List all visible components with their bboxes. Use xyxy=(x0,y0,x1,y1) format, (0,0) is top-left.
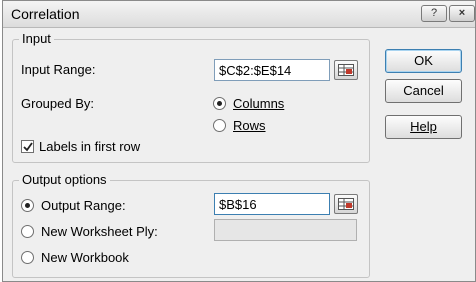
rows-radio[interactable] xyxy=(213,119,226,132)
new-worksheet-radio[interactable] xyxy=(21,225,34,238)
close-button[interactable]: × xyxy=(449,5,475,22)
new-worksheet-label: New Worksheet Ply: xyxy=(41,224,158,239)
help-titlebar-button[interactable]: ? xyxy=(421,5,447,22)
output-range-field[interactable]: $B$16 xyxy=(214,193,330,215)
input-range-picker-button[interactable] xyxy=(334,60,358,80)
input-range-label: Input Range: xyxy=(21,62,96,77)
new-workbook-label: New Workbook xyxy=(41,250,129,265)
title-bar: Correlation ? × xyxy=(3,1,475,28)
output-range-radio[interactable] xyxy=(21,199,34,212)
help-button[interactable]: Help xyxy=(385,115,462,139)
input-group-legend: Input xyxy=(19,31,54,46)
dialog-title: Correlation xyxy=(11,6,80,22)
columns-radio[interactable] xyxy=(213,97,226,110)
output-range-label: Output Range: xyxy=(41,198,126,213)
new-workbook-radio[interactable] xyxy=(21,251,34,264)
ok-button[interactable]: OK xyxy=(385,49,462,73)
rows-radio-label: Rows xyxy=(233,118,266,133)
output-range-picker-button[interactable] xyxy=(334,194,358,214)
output-options-group: Output options Output Range: $B$16 New W… xyxy=(12,172,370,278)
cancel-button[interactable]: Cancel xyxy=(385,79,462,103)
range-select-icon xyxy=(338,198,354,210)
columns-radio-label: Columns xyxy=(233,96,285,111)
correlation-dialog: Correlation ? × Input Input Range: $C$2:… xyxy=(2,0,476,282)
new-worksheet-field[interactable] xyxy=(214,219,357,241)
output-group-legend: Output options xyxy=(19,172,110,187)
labels-first-row-checkbox[interactable] xyxy=(21,140,34,153)
range-select-icon xyxy=(338,64,354,76)
input-group: Input Input Range: $C$2:$E$14 Grouped By… xyxy=(12,31,370,163)
checkmark-icon xyxy=(23,142,33,152)
grouped-by-label: Grouped By: xyxy=(21,96,94,111)
labels-first-row-label: Labels in first row xyxy=(39,139,141,154)
input-range-field[interactable]: $C$2:$E$14 xyxy=(214,59,330,81)
